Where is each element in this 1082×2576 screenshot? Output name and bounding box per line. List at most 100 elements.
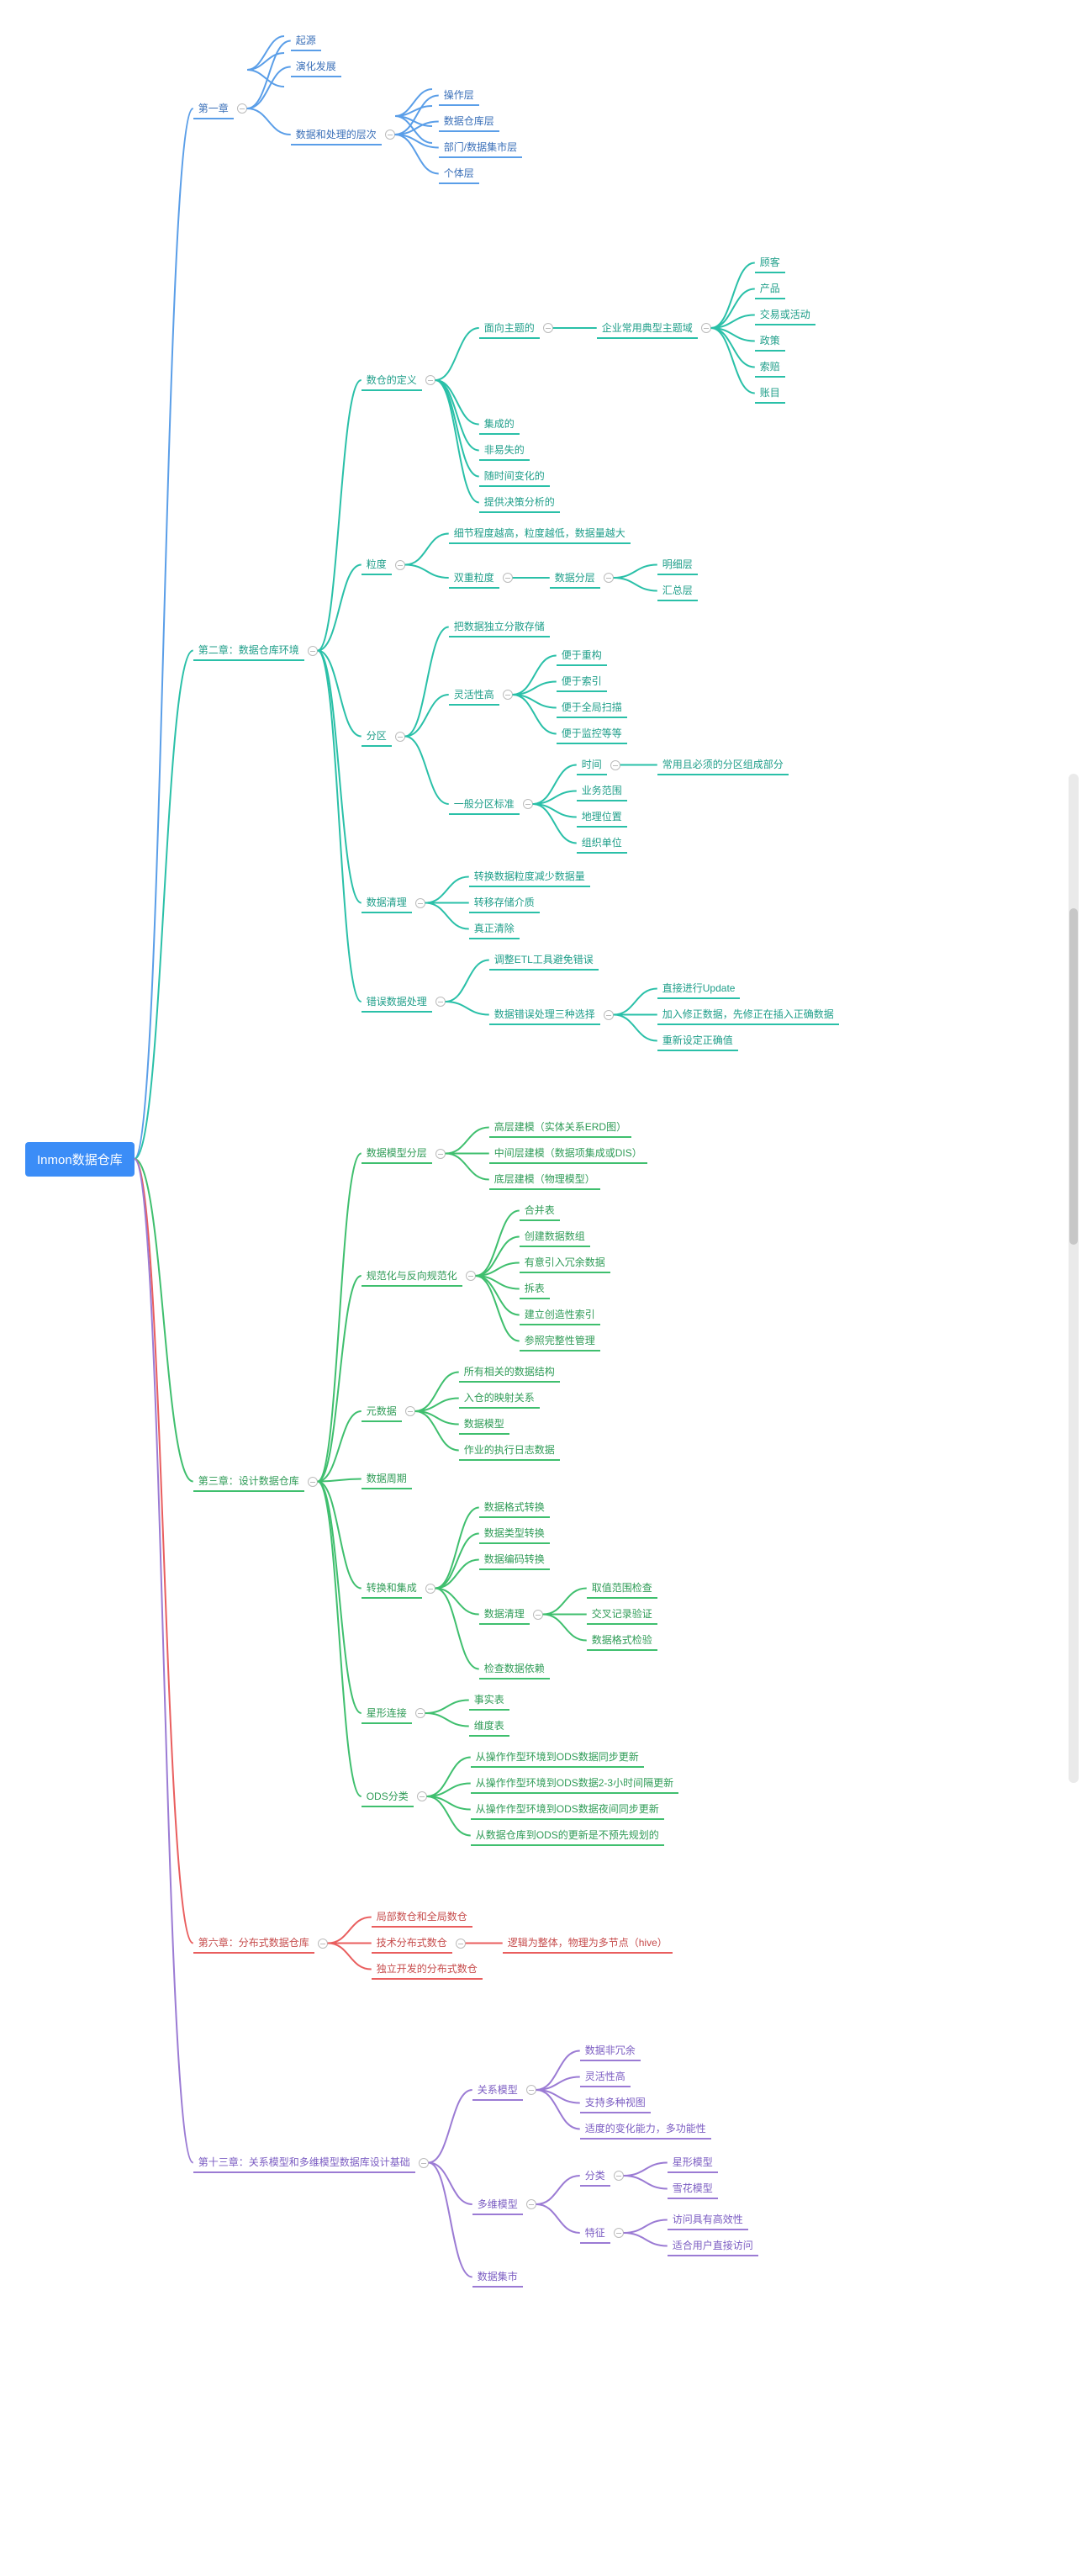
- ch2-def[interactable]: 数仓的定义: [362, 370, 422, 391]
- toggle-icon[interactable]: [701, 323, 711, 333]
- norm-split[interactable]: 拆表: [520, 1278, 550, 1299]
- toggle-icon[interactable]: [435, 997, 446, 1007]
- toggle-icon[interactable]: [395, 732, 405, 742]
- toggle-icon[interactable]: [503, 690, 513, 700]
- toggle-icon[interactable]: [237, 103, 247, 114]
- ch2-grain[interactable]: 粒度: [362, 554, 392, 575]
- rel-nonred[interactable]: 数据非冗余: [580, 2040, 641, 2061]
- dim-feat[interactable]: 特征: [580, 2223, 610, 2244]
- ods-1[interactable]: 从操作作型环境到ODS数据同步更新: [471, 1747, 644, 1768]
- domain-transaction[interactable]: 交易或活动: [755, 304, 815, 325]
- domain-accounts[interactable]: 账目: [755, 383, 785, 404]
- toggle-icon[interactable]: [425, 1584, 435, 1594]
- dim-kind[interactable]: 分类: [580, 2166, 610, 2187]
- ch2-title[interactable]: 第二章：数据仓库环境: [193, 640, 304, 661]
- toggle-icon[interactable]: [385, 130, 395, 140]
- star-dim[interactable]: 维度表: [469, 1716, 509, 1737]
- norm-merge[interactable]: 合并表: [520, 1200, 560, 1221]
- flex-index[interactable]: 便于索引: [557, 671, 607, 692]
- ch3-meta[interactable]: 元数据: [362, 1401, 402, 1422]
- norm-array[interactable]: 创建数据数组: [520, 1226, 590, 1247]
- toggle-icon[interactable]: [435, 1149, 446, 1159]
- partition-std[interactable]: 一般分区标准: [449, 794, 520, 815]
- ch3-etl[interactable]: 转换和集成: [362, 1578, 422, 1599]
- ch2-def-timevariant[interactable]: 随时间变化的: [479, 466, 550, 487]
- ch2-def-subject-domain[interactable]: 企业常用典型主题域: [597, 318, 698, 339]
- std-geo[interactable]: 地理位置: [577, 807, 627, 828]
- ch2-def-subject[interactable]: 面向主题的: [479, 318, 540, 339]
- ch2-def-nonvolatile[interactable]: 非易失的: [479, 440, 530, 461]
- ch1-layer-dw[interactable]: 数据仓库层: [439, 111, 499, 132]
- rel-views[interactable]: 支持多种视图: [580, 2092, 651, 2113]
- rel-flex[interactable]: 灵活性高: [580, 2066, 631, 2087]
- star-fact[interactable]: 事实表: [469, 1690, 509, 1711]
- ch13-mart[interactable]: 数据集市: [472, 2267, 523, 2288]
- clean-range[interactable]: 取值范围检查: [587, 1578, 657, 1599]
- ch2-partition[interactable]: 分区: [362, 726, 392, 747]
- flex-rebuild[interactable]: 便于重构: [557, 645, 607, 666]
- meta-model[interactable]: 数据模型: [459, 1414, 509, 1435]
- ch6-local[interactable]: 局部数仓和全局数仓: [372, 1907, 472, 1928]
- model-high[interactable]: 高层建模（实体关系ERD图）: [489, 1117, 631, 1138]
- domain-claims[interactable]: 索赔: [755, 357, 785, 378]
- meta-log[interactable]: 作业的执行日志数据: [459, 1440, 560, 1461]
- norm-redundant[interactable]: 有意引入冗余数据: [520, 1252, 610, 1273]
- etl-dep[interactable]: 检查数据依赖: [479, 1658, 550, 1679]
- ch2-grain-layer[interactable]: 数据分层: [550, 568, 600, 589]
- toggle-icon[interactable]: [415, 1708, 425, 1718]
- clean-transform[interactable]: 转换数据粒度减少数据量: [469, 866, 590, 887]
- std-time[interactable]: 时间: [577, 754, 607, 775]
- ch6-indep[interactable]: 独立开发的分布式数仓: [372, 1959, 483, 1980]
- toggle-icon[interactable]: [526, 2085, 536, 2095]
- branch-ch2[interactable]: 第二章：数据仓库环境 数仓的定义 面向主题的: [193, 242, 839, 1059]
- root-node[interactable]: Inmon数据仓库: [25, 1142, 135, 1177]
- ch3-norm[interactable]: 规范化与反向规范化: [362, 1266, 462, 1287]
- partition-flex[interactable]: 灵活性高: [449, 685, 499, 706]
- toggle-icon[interactable]: [526, 2199, 536, 2209]
- err-update[interactable]: 直接进行Update: [657, 978, 741, 999]
- ch1-layer-dept[interactable]: 部门/数据集市层: [439, 137, 522, 158]
- toggle-icon[interactable]: [318, 1939, 328, 1949]
- toggle-icon[interactable]: [503, 573, 513, 583]
- toggle-icon[interactable]: [610, 760, 620, 770]
- ch6-tech[interactable]: 技术分布式数仓: [372, 1933, 452, 1954]
- toggle-icon[interactable]: [308, 646, 318, 656]
- ch2-grain-detail[interactable]: 细节程度越高，粒度越低，数据量越大: [449, 523, 631, 544]
- etl-format[interactable]: 数据格式转换: [479, 1497, 550, 1518]
- toggle-icon[interactable]: [425, 375, 435, 385]
- toggle-icon[interactable]: [417, 1791, 427, 1801]
- clean-move[interactable]: 转移存储介质: [469, 892, 540, 913]
- ch6-title[interactable]: 第六章：分布式数据仓库: [193, 1933, 314, 1954]
- ch13-title[interactable]: 第十三章：关系模型和多维模型数据库设计基础: [193, 2152, 415, 2173]
- clean-fmt[interactable]: 数据格式检验: [587, 1630, 657, 1651]
- model-mid[interactable]: 中间层建模（数据项集成或DIS）: [489, 1143, 647, 1164]
- meta-map[interactable]: 入仓的映射关系: [459, 1388, 540, 1409]
- ch6-tech-note[interactable]: 逻辑为整体，物理为多节点（hive）: [503, 1933, 673, 1954]
- toggle-icon[interactable]: [466, 1271, 476, 1281]
- model-low[interactable]: 底层建模（物理模型）: [489, 1169, 600, 1190]
- branch-ch3[interactable]: 第三章：设计数据仓库 数据模型分层 高层建模（实体关系ERD图） 中间层建模（数…: [193, 1112, 839, 1851]
- ch3-title[interactable]: 第三章：设计数据仓库: [193, 1471, 304, 1492]
- ch2-grain-dual[interactable]: 双重粒度: [449, 568, 499, 589]
- meta-struct[interactable]: 所有相关的数据结构: [459, 1362, 560, 1383]
- ch3-star[interactable]: 星形连接: [362, 1703, 412, 1724]
- partition-scatter[interactable]: 把数据独立分散存储: [449, 616, 550, 637]
- ch1-layers[interactable]: 数据和处理的层次: [291, 124, 382, 145]
- err-etl[interactable]: 调整ETL工具避免错误: [489, 949, 599, 971]
- ch13-rel[interactable]: 关系模型: [472, 2080, 523, 2101]
- toggle-icon[interactable]: [523, 799, 533, 809]
- toggle-icon[interactable]: [419, 2158, 429, 2168]
- ch2-def-decision[interactable]: 提供决策分析的: [479, 492, 560, 513]
- toggle-icon[interactable]: [415, 898, 425, 908]
- domain-customer[interactable]: 顾客: [755, 252, 785, 273]
- norm-index[interactable]: 建立创造性索引: [520, 1304, 600, 1325]
- mindmap-canvas[interactable]: Inmon数据仓库 第一章 起源 演化发展: [0, 0, 1082, 2576]
- dim-snow[interactable]: 雪花模型: [668, 2178, 718, 2199]
- branch-ch1[interactable]: 第一章 起源 演化发展 数据和处理的层次 操作层 数: [193, 28, 839, 189]
- norm-ref[interactable]: 参照完整性管理: [520, 1330, 600, 1351]
- ch1-title[interactable]: 第一章: [193, 98, 234, 119]
- etl-encode[interactable]: 数据编码转换: [479, 1549, 550, 1570]
- toggle-icon[interactable]: [395, 560, 405, 570]
- ch1-origin[interactable]: 起源: [291, 30, 321, 51]
- err-correct[interactable]: 加入修正数据，先修正在插入正确数据: [657, 1004, 839, 1025]
